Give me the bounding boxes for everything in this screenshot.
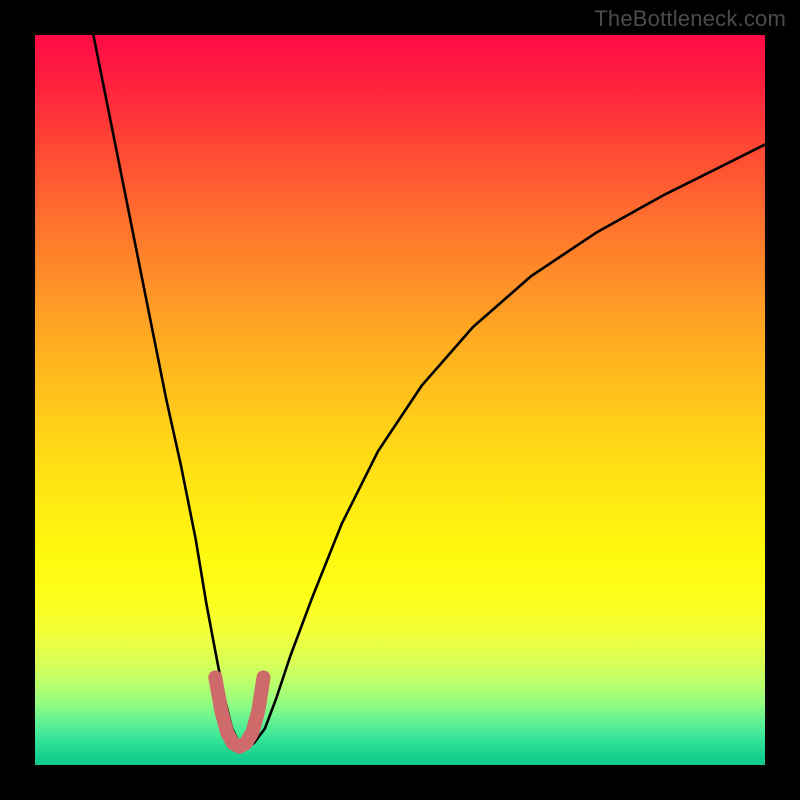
optimal-zone-highlight: [215, 677, 263, 746]
plot-area: [35, 35, 765, 765]
chart-frame: TheBottleneck.com: [0, 0, 800, 800]
curve-layer: [35, 35, 765, 765]
bottleneck-curve: [93, 35, 765, 747]
watermark-text: TheBottleneck.com: [594, 6, 786, 32]
